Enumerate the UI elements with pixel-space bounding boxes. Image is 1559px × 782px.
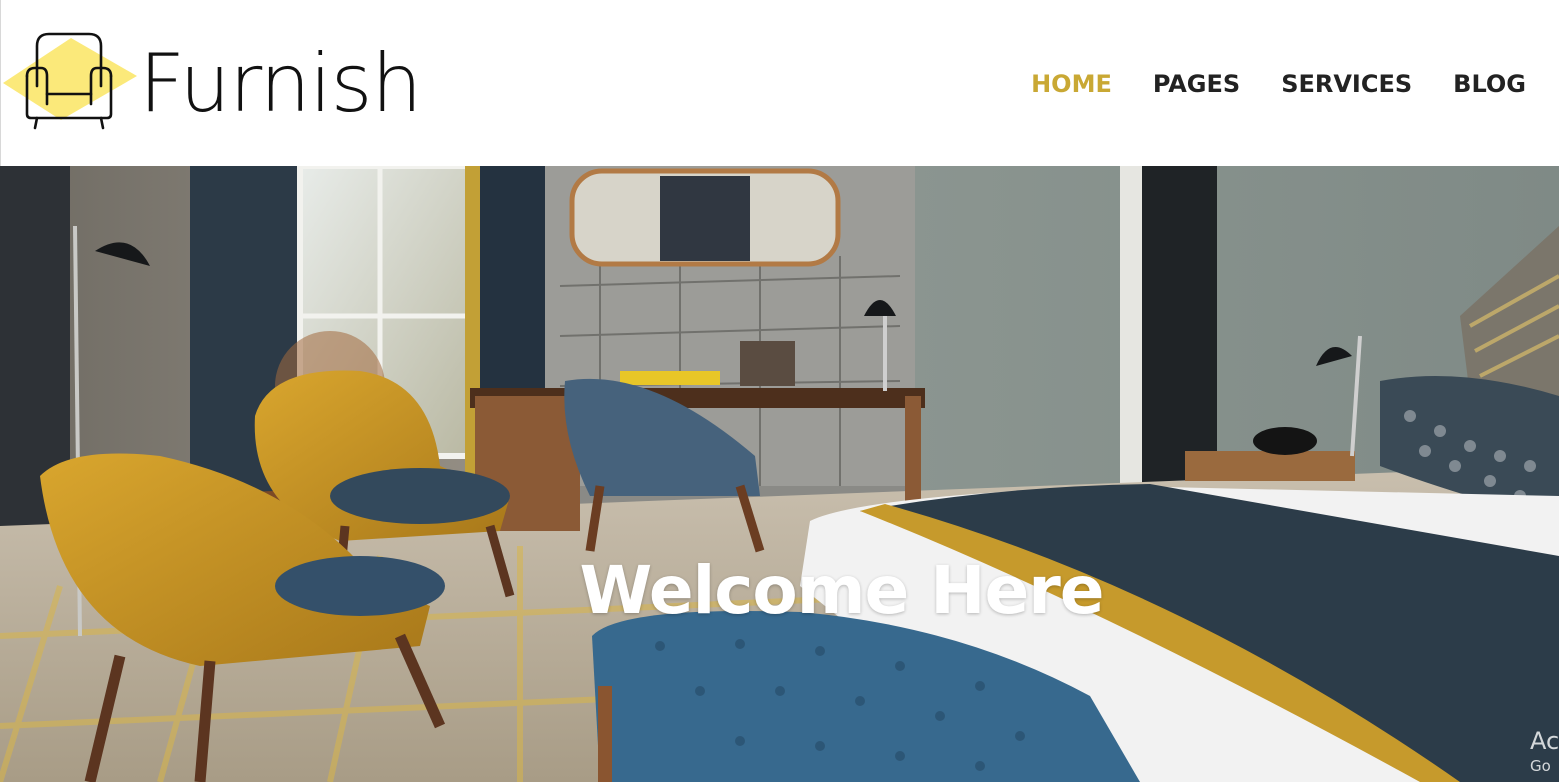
brand-name: Furnish xyxy=(139,37,422,130)
nav-item-home[interactable]: HOME xyxy=(1031,64,1112,104)
nav-item-services[interactable]: SERVICES xyxy=(1281,64,1412,104)
main-nav: HOME PAGES SERVICES BLOG xyxy=(1031,64,1526,104)
activate-windows-watermark: Ac Go xyxy=(1530,725,1559,775)
hero-banner: Welcome Here xyxy=(0,166,1559,782)
site-header: Furnish HOME PAGES SERVICES BLOG xyxy=(0,0,1559,166)
watermark-line-1: Ac xyxy=(1530,727,1559,755)
hero-image xyxy=(0,166,1559,782)
armchair-icon xyxy=(3,32,137,130)
watermark-line-2: Go xyxy=(1530,757,1551,775)
nav-item-pages[interactable]: PAGES xyxy=(1153,64,1240,104)
hero-title: Welcome Here xyxy=(579,552,1104,629)
nav-item-blog[interactable]: BLOG xyxy=(1453,64,1526,104)
brand-logo[interactable]: Furnish xyxy=(1,28,422,138)
